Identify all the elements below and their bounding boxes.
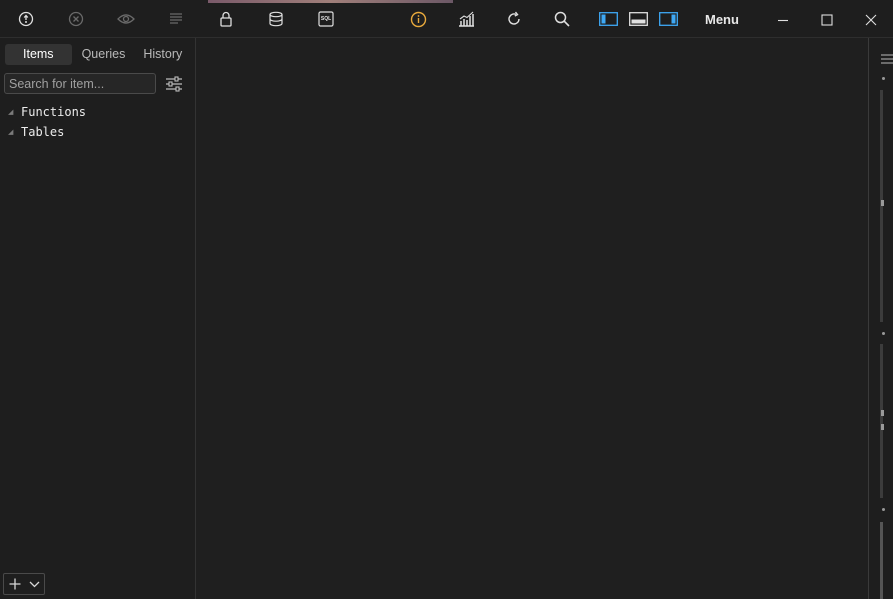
panel-scrollbar[interactable] (880, 522, 883, 599)
panel-marker (881, 424, 884, 430)
info-icon[interactable] (406, 7, 430, 31)
tree-item-functions[interactable]: ◢ Functions (8, 102, 86, 122)
toolbar: SQL Menu (0, 0, 893, 38)
minimize-icon[interactable] (770, 7, 796, 33)
search-input[interactable] (4, 73, 156, 94)
layout-bottom-icon[interactable] (626, 7, 650, 31)
expand-triangle-icon[interactable]: ◢ (8, 128, 21, 136)
database-icon[interactable] (264, 7, 288, 31)
tree-item-tables[interactable]: ◢ Tables (8, 122, 86, 142)
tab-queries[interactable]: Queries (75, 44, 133, 65)
lock-icon[interactable] (214, 7, 238, 31)
menu-button[interactable]: Menu (697, 10, 747, 30)
object-tree: ◢ Functions ◢ Tables (8, 102, 86, 142)
sidebar: Items Queries History ◢ Functions ◢ Tabl… (0, 38, 196, 599)
panel-settings-icon[interactable] (881, 52, 893, 64)
disconnect-icon[interactable] (64, 7, 88, 31)
tree-item-label: Tables (21, 125, 65, 139)
filter-settings-icon[interactable] (165, 76, 183, 92)
panel-marker (882, 77, 885, 80)
panel-marker (882, 508, 885, 511)
connect-icon[interactable] (14, 7, 38, 31)
panel-marker (881, 200, 884, 206)
add-icon[interactable] (4, 574, 25, 594)
eye-icon[interactable] (114, 7, 138, 31)
expand-triangle-icon[interactable]: ◢ (8, 108, 21, 116)
right-panel (868, 38, 893, 599)
refresh-icon[interactable] (502, 7, 526, 31)
panel-scrollbar[interactable] (880, 344, 883, 498)
sql-icon[interactable]: SQL (314, 7, 338, 31)
sidebar-bottom-controls (3, 573, 45, 595)
close-icon[interactable] (858, 7, 884, 33)
search-icon[interactable] (550, 7, 574, 31)
chart-icon[interactable] (454, 7, 478, 31)
tree-item-label: Functions (21, 105, 87, 119)
panel-marker (881, 410, 884, 416)
maximize-icon[interactable] (814, 7, 840, 33)
panel-scrollbar[interactable] (880, 90, 883, 322)
sidebar-tabs: Items Queries History (5, 44, 189, 65)
tab-items[interactable]: Items (5, 44, 72, 65)
window-banner (208, 0, 453, 3)
layout-left-icon[interactable] (596, 7, 620, 31)
main-panel (197, 38, 868, 599)
panel-marker (882, 332, 885, 335)
tab-history[interactable]: History (136, 44, 189, 65)
layout-right-icon[interactable] (656, 7, 680, 31)
sql-badge: SQL (320, 16, 332, 22)
chevron-down-icon[interactable] (25, 574, 44, 594)
align-icon[interactable] (164, 7, 188, 31)
